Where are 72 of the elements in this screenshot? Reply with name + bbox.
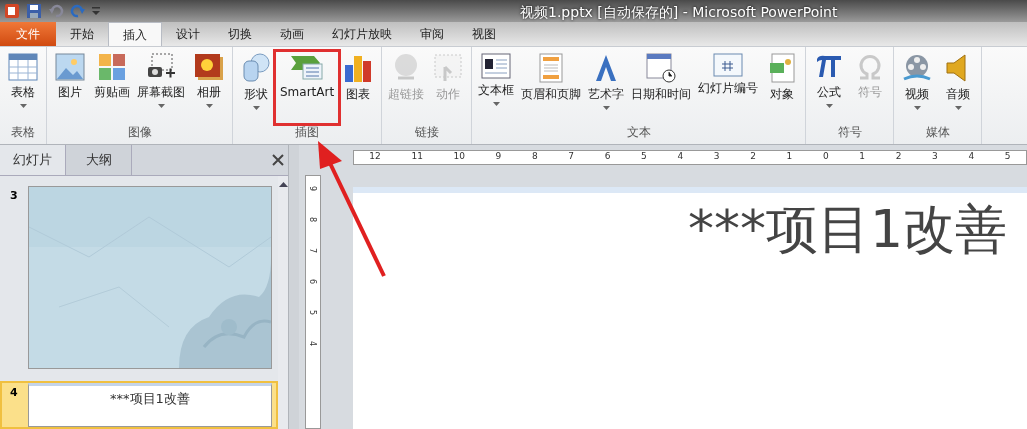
caret-icon [825, 104, 833, 109]
ribbon-button[interactable]: 页眉和页脚 [518, 51, 585, 105]
group-label: 媒体 [924, 124, 951, 141]
ribbon-tab[interactable]: 动画 [266, 22, 318, 47]
ribbon-tab[interactable]: 视图 [458, 22, 510, 47]
app-logo-icon [4, 3, 20, 20]
caret-icon [602, 106, 610, 111]
ribbon-button[interactable]: 对象 [762, 51, 803, 105]
close-icon[interactable] [272, 154, 284, 166]
caret-icon [205, 104, 213, 109]
ribbon-button[interactable]: 幻灯片编号 [695, 51, 762, 99]
ribbon-button[interactable]: 表格 [3, 51, 43, 111]
shapes-icon [242, 53, 270, 84]
scroll-up-icon[interactable] [278, 182, 288, 187]
window-title: 视频1.pptx [自动保存的] - Microsoft PowerPoint [520, 4, 838, 22]
smartart-icon [290, 53, 325, 82]
ribbon-tab[interactable]: 插入 [108, 22, 162, 47]
ribbon-button[interactable]: 屏幕截图 [134, 51, 188, 111]
ribbon-button[interactable]: 公式 [809, 51, 850, 111]
caret-icon [157, 104, 165, 109]
ribbon-tab[interactable]: 审阅 [406, 22, 458, 47]
slide-title[interactable]: ***项目1改善 [687, 193, 1027, 259]
group-label: 文本 [625, 124, 652, 141]
ribbon-button[interactable]: 艺术字 [585, 51, 628, 113]
ribbon-button[interactable]: 相册 [189, 51, 229, 111]
picture-icon [55, 53, 85, 82]
ribbon-button[interactable]: SmartArt [277, 51, 338, 103]
slide-thumbnail-row[interactable]: 3 [0, 184, 278, 371]
ribbon-button[interactable]: 视频 [897, 51, 938, 113]
undo-icon[interactable] [48, 3, 64, 20]
save-icon[interactable] [26, 3, 42, 20]
ribbon-button[interactable]: 文本框 [475, 51, 518, 109]
ribbon-tab[interactable]: 切换 [214, 22, 266, 47]
slide-number: 3 [10, 188, 19, 202]
caret-icon [19, 104, 27, 109]
slide-thumbnail-row[interactable]: 4 ***项目1改善 [0, 381, 278, 429]
calendar-icon [646, 53, 677, 84]
ribbon-button[interactable]: 形状 [236, 51, 276, 113]
clipart-icon [98, 53, 126, 82]
action-icon [433, 53, 464, 84]
caret-icon [913, 106, 921, 111]
caret-icon [954, 106, 962, 111]
caret-icon [492, 102, 500, 107]
ribbon-tab[interactable]: 设计 [162, 22, 214, 47]
group-label: 符号 [836, 124, 863, 141]
thumbnail-title: ***项目1改善 [110, 390, 190, 408]
ribbon-button[interactable]: 音频 [938, 51, 979, 113]
customize-icon[interactable] [92, 5, 100, 18]
group-label: 插图 [294, 124, 321, 141]
file-tab[interactable]: 文件 [0, 22, 56, 47]
ribbon-button[interactable]: 图片 [50, 51, 90, 103]
object-icon [769, 53, 796, 84]
ribbon-button[interactable]: 剪贴画 [91, 51, 133, 103]
ribbon-button[interactable]: 图表 [338, 51, 379, 105]
group-label: 链接 [413, 124, 440, 141]
ribbon-tab[interactable]: 幻灯片放映 [318, 22, 406, 47]
text-box-icon [481, 53, 512, 80]
horizontal-ruler: 12 11 10 9 8 7 6 5 4 3 2 1 0 1 2 3 4 5 [353, 150, 1027, 165]
group-label: 表格 [10, 124, 36, 141]
document-icon [539, 53, 564, 84]
ribbon-button[interactable]: 日期和时间 [628, 51, 695, 105]
group-label: 图像 [126, 124, 153, 141]
slide-number: 4 [10, 385, 19, 399]
slide-number-icon [713, 53, 744, 78]
ribbon-tab[interactable]: 开始 [56, 22, 108, 47]
bar-chart-icon [343, 53, 374, 84]
album-icon [194, 53, 224, 82]
vertical-ruler: 9 8 7 6 5 4 [305, 175, 321, 429]
caret-icon [252, 106, 260, 111]
table-icon [8, 53, 38, 82]
redo-icon[interactable] [70, 3, 86, 20]
panel-tab[interactable]: 幻灯片 [0, 145, 66, 175]
